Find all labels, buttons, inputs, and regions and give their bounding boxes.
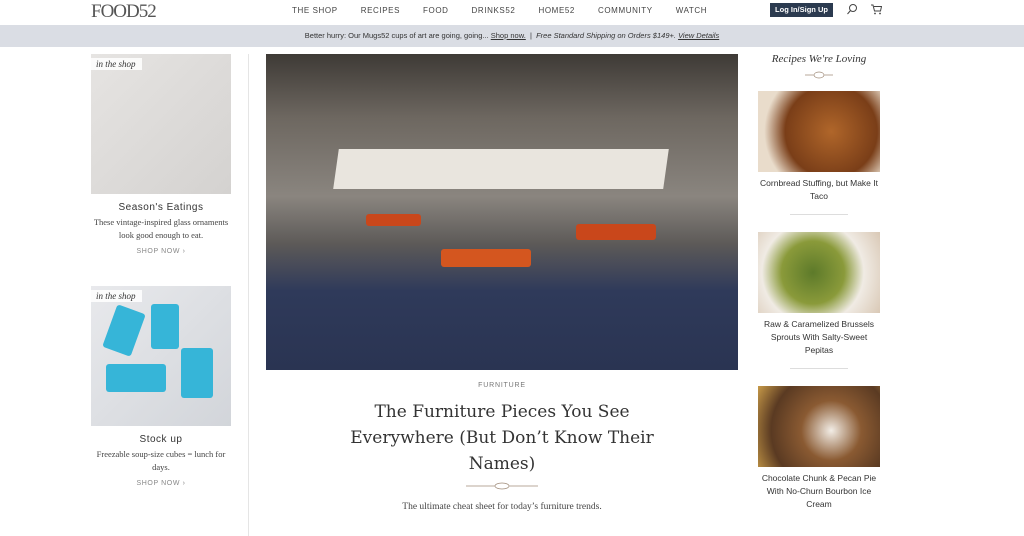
main-nav: THE SHOP RECIPES FOOD DRINKS52 HOME52 CO… — [292, 6, 730, 15]
in-the-shop-tag: in the shop — [91, 58, 142, 70]
divider — [790, 214, 848, 215]
nav-community[interactable]: COMMUNITY — [598, 6, 653, 15]
card-title[interactable]: Season's Eatings — [91, 202, 231, 213]
ornaments-image[interactable]: in the shop — [91, 54, 231, 194]
promo-banner: Better hurry: Our Mugs52 cups of art are… — [0, 25, 1024, 47]
recipe-title[interactable]: Raw & Caramelized Brussels Sprouts With … — [758, 318, 880, 357]
article-subtitle: The ultimate cheat sheet for today’s fur… — [402, 502, 602, 512]
nav-recipes[interactable]: RECIPES — [361, 6, 400, 15]
nav-the-shop[interactable]: THE SHOP — [292, 6, 338, 15]
card-description: These vintage-inspired glass ornaments l… — [93, 217, 229, 240]
recipe-image[interactable] — [758, 386, 880, 467]
divider — [790, 368, 848, 369]
recipe-item[interactable]: Chocolate Chunk & Pecan Pie With No-Chur… — [758, 386, 880, 511]
nav-food[interactable]: FOOD — [423, 6, 449, 15]
shop-card[interactable]: in the shop Season's Eatings These vinta… — [91, 54, 231, 255]
ornament-divider-icon — [466, 482, 538, 490]
shipping-text: Free Standard Shipping on Orders $149+. — [536, 31, 676, 40]
shop-now-link[interactable]: SHOP NOW › — [91, 248, 231, 255]
recipe-image[interactable] — [758, 91, 880, 172]
chevron-right-icon: › — [182, 480, 186, 487]
shop-card[interactable]: in the shop Stock up Freezable soup-size… — [91, 286, 231, 487]
ornament-divider-icon — [805, 71, 833, 79]
login-button[interactable]: Log In/Sign Up — [770, 3, 833, 17]
shop-now-link[interactable]: SHOP NOW › — [91, 480, 231, 487]
soup-cubes-image[interactable]: in the shop — [91, 286, 231, 426]
card-description: Freezable soup-size cubes = lunch for da… — [96, 449, 226, 472]
recipes-heading: Recipes We're Loving — [771, 53, 867, 65]
card-title[interactable]: Stock up — [91, 434, 231, 445]
recipe-title[interactable]: Cornbread Stuffing, but Make It Taco — [758, 177, 880, 203]
shop-now-link[interactable]: Shop now. — [491, 31, 526, 40]
article-category[interactable]: FURNITURE — [266, 382, 738, 389]
in-the-shop-tag: in the shop — [91, 290, 142, 302]
column-divider — [248, 54, 249, 536]
recipe-item[interactable]: Cornbread Stuffing, but Make It Taco — [758, 91, 880, 203]
view-details-link[interactable]: View Details — [678, 31, 719, 40]
header: FOOD52 THE SHOP RECIPES FOOD DRINKS52 HO… — [0, 0, 1024, 24]
recipe-item[interactable]: Raw & Caramelized Brussels Sprouts With … — [758, 232, 880, 357]
chevron-right-icon: › — [182, 248, 186, 255]
nav-watch[interactable]: WATCH — [676, 6, 707, 15]
search-icon[interactable] — [846, 3, 858, 15]
nav-home52[interactable]: HOME52 — [538, 6, 575, 15]
cart-icon[interactable] — [870, 3, 882, 15]
banner-text: Better hurry: Our Mugs52 cups of art are… — [304, 31, 489, 40]
logo[interactable]: FOOD52 — [91, 1, 157, 23]
hero-image[interactable] — [266, 54, 738, 370]
recipe-image[interactable] — [758, 232, 880, 313]
nav-drinks52[interactable]: DRINKS52 — [472, 6, 516, 15]
banner-separator: | — [529, 31, 532, 40]
recipe-title[interactable]: Chocolate Chunk & Pecan Pie With No-Chur… — [758, 472, 880, 511]
article-title[interactable]: The Furniture Pieces You See Everywhere … — [330, 399, 674, 477]
